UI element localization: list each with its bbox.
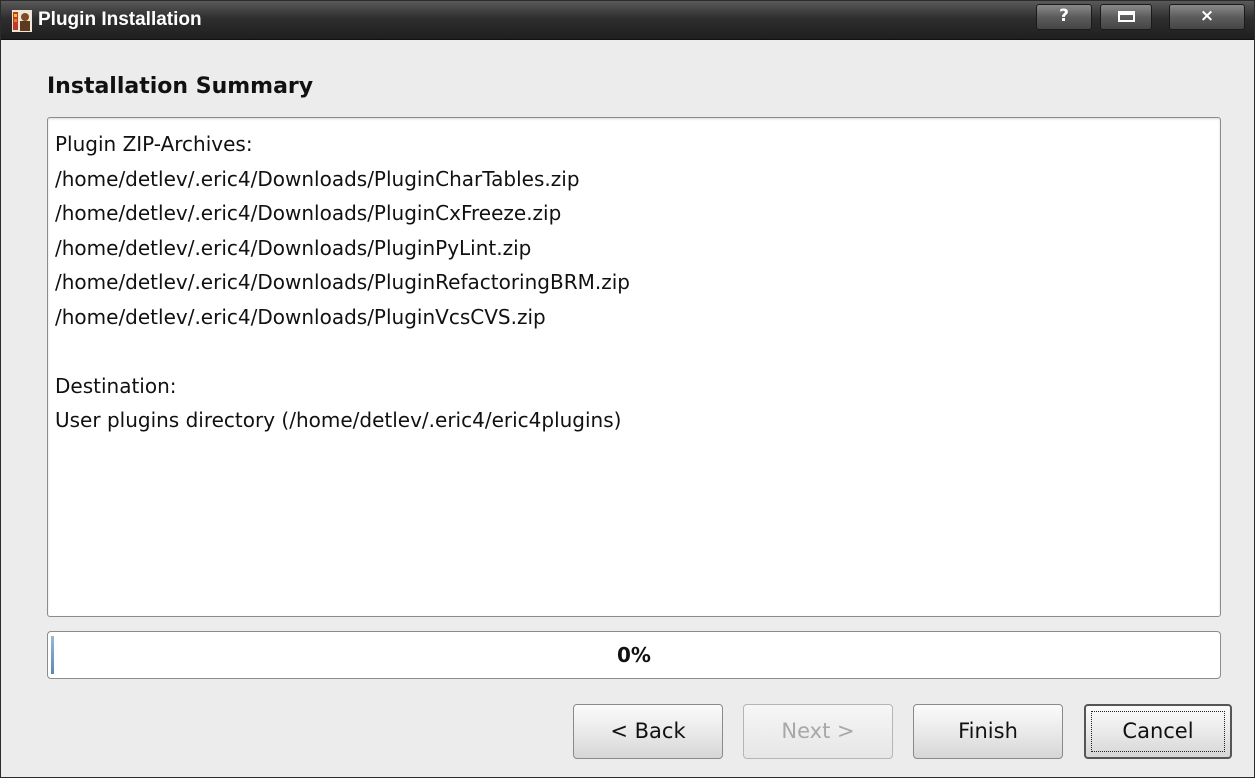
summary-line: Plugin ZIP-Archives: [55, 132, 253, 156]
page-title: Installation Summary [47, 74, 314, 99]
summary-line: Destination: [55, 373, 177, 398]
maximize-icon [1118, 11, 1135, 22]
plugin-app-icon [12, 10, 32, 32]
cancel-button-label: Cancel [1122, 719, 1194, 743]
cancel-button[interactable]: Cancel [1084, 704, 1232, 759]
maximize-button[interactable] [1100, 4, 1152, 30]
summary-line: /home/detlev/.eric4/Downloads/PluginRefa… [55, 270, 630, 294]
progress-bar: 0% [47, 631, 1221, 679]
summary-line: /home/detlev/.eric4/Downloads/PluginPyLi… [55, 235, 532, 260]
title-bar[interactable]: Plugin Installation ? × [1, 1, 1254, 40]
window-title: Plugin Installation [38, 9, 202, 30]
close-button[interactable]: × [1169, 4, 1245, 30]
close-icon: × [1199, 6, 1215, 26]
summary-line: /home/detlev/.eric4/Downloads/PluginChar… [55, 166, 580, 191]
plugin-installation-dialog: Plugin Installation ? × Installation Sum… [0, 0, 1255, 778]
summary-line [55, 334, 1220, 369]
help-button[interactable]: ? [1036, 4, 1092, 30]
summary-text-area[interactable]: Plugin ZIP-Archives: /home/detlev/.eric4… [47, 117, 1221, 617]
help-icon: ? [1059, 6, 1069, 26]
finish-button[interactable]: Finish [913, 704, 1063, 759]
next-button: Next > [743, 704, 893, 759]
back-button[interactable]: < Back [573, 704, 723, 759]
summary-line: /home/detlev/.eric4/Downloads/PluginCxFr… [55, 201, 562, 225]
progress-label: 0% [617, 643, 651, 667]
summary-line: /home/detlev/.eric4/Downloads/PluginVcsC… [55, 304, 546, 329]
summary-line: User plugins directory (/home/detlev/.er… [55, 408, 622, 432]
